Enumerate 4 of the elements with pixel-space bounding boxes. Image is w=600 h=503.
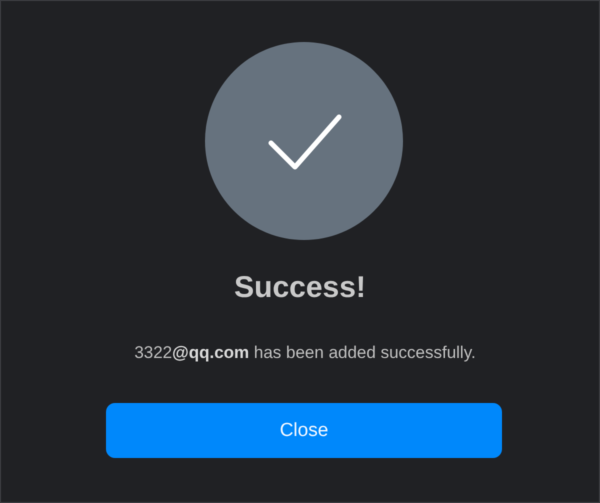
check-icon bbox=[205, 42, 403, 240]
close-button[interactable]: Close bbox=[106, 403, 502, 458]
success-message: 3322@qq.com has been added successfully. bbox=[134, 342, 476, 364]
dialog-title: Success! bbox=[234, 270, 366, 306]
